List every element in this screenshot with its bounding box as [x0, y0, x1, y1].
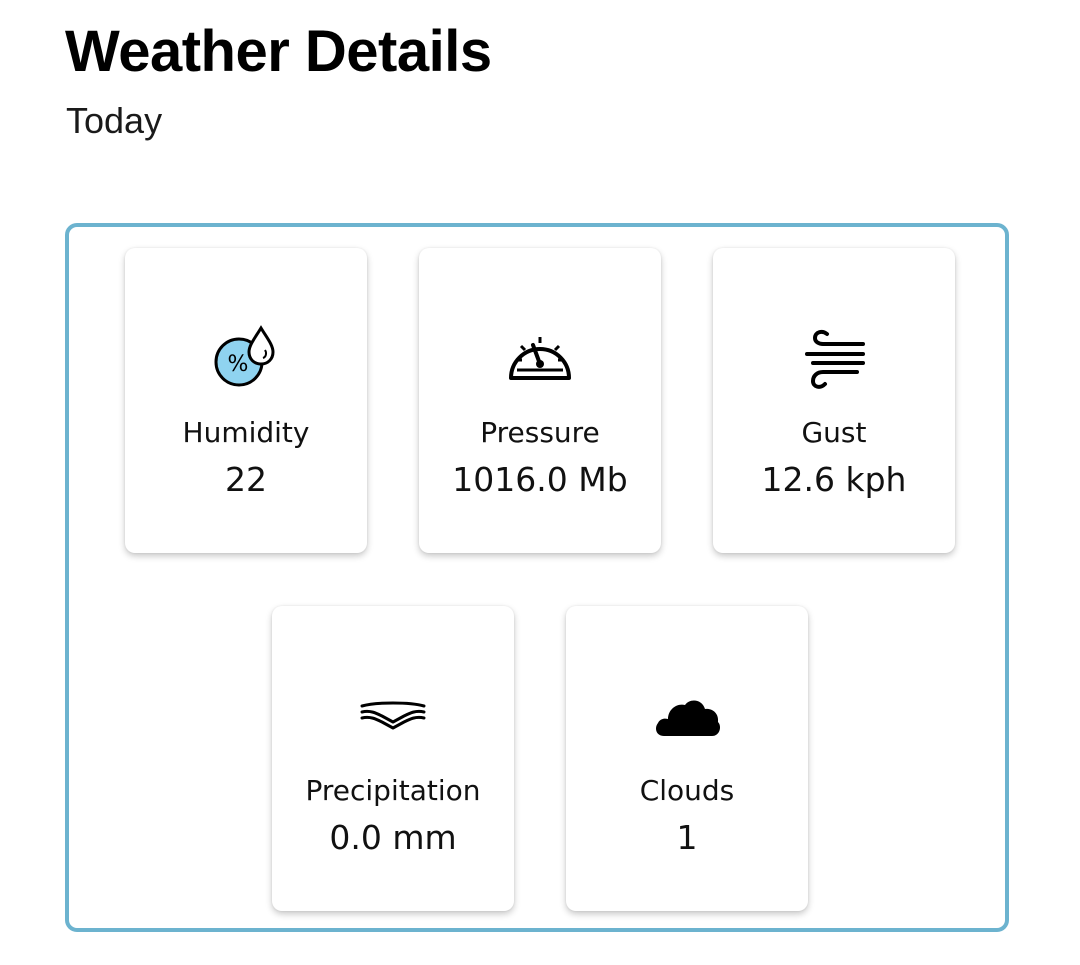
precipitation-icon: [356, 678, 430, 752]
precipitation-value: 0.0 mm: [329, 818, 457, 857]
cloud-icon: [650, 678, 724, 752]
pressure-label: Pressure: [480, 416, 600, 449]
page-subtitle: Today: [66, 100, 163, 141]
pressure-gauge-icon: [503, 320, 577, 394]
pressure-value: 1016.0 Mb: [452, 460, 628, 499]
page-title: Weather Details: [65, 19, 492, 84]
pressure-card: Pressure 1016.0 Mb: [419, 248, 661, 553]
humidity-label: Humidity: [182, 416, 310, 449]
clouds-label: Clouds: [639, 774, 735, 807]
humidity-card: % Humidity 22: [125, 248, 367, 553]
svg-text:%: %: [228, 352, 249, 377]
humidity-icon: %: [209, 320, 283, 394]
humidity-value: 22: [225, 460, 267, 499]
precipitation-card: Precipitation 0.0 mm: [272, 606, 514, 911]
weather-details-panel: % Humidity 22 Pressure 1016.0 Mb Gust 12…: [65, 223, 1009, 932]
gust-label: Gust: [801, 416, 867, 449]
wind-icon: [797, 320, 871, 394]
gust-value: 12.6 kph: [761, 460, 907, 499]
clouds-value: 1: [676, 818, 698, 857]
precipitation-label: Precipitation: [305, 774, 481, 807]
clouds-card: Clouds 1: [566, 606, 808, 911]
gust-card: Gust 12.6 kph: [713, 248, 955, 553]
